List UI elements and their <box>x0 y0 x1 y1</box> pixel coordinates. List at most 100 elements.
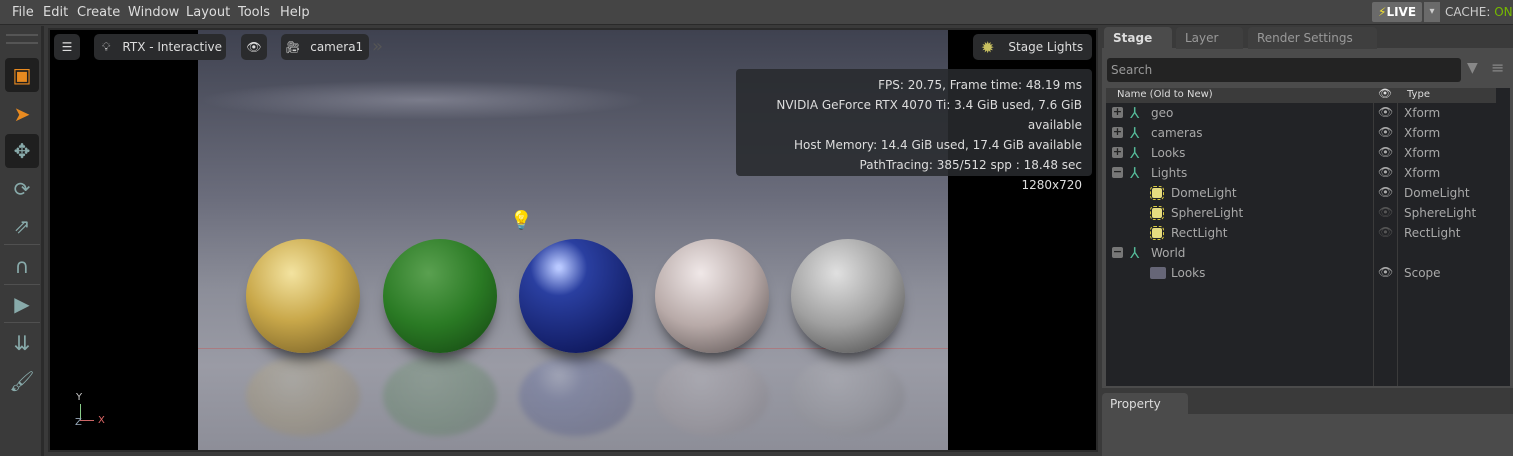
tree-row[interactable]: + ⅄ cameras 👁︎ Xform <box>1106 123 1510 143</box>
tab-layer[interactable]: Layer <box>1176 27 1243 49</box>
prim-type: RectLight <box>1404 226 1461 240</box>
renderer-button[interactable]: 💡︎ RTX - Interactive <box>94 34 226 60</box>
sphere[interactable] <box>246 239 360 353</box>
tree-row[interactable]: + ⅄ Looks 👁︎ Xform <box>1106 143 1510 163</box>
tab-property[interactable]: Property <box>1102 393 1188 415</box>
drop-physics-icon[interactable]: ⇊ <box>5 326 39 360</box>
display-options-button[interactable]: 👁︎ <box>241 34 267 60</box>
eye-icon[interactable]: 👁︎ <box>1378 105 1393 119</box>
xform-icon: ⅄ <box>1130 104 1140 122</box>
menu-tools[interactable]: Tools <box>238 5 270 20</box>
camera-button[interactable]: 🎥︎ camera1 <box>281 34 369 60</box>
snap-magnet-icon[interactable]: ∩ <box>5 249 39 283</box>
eye-hidden-icon[interactable]: 👁︎ <box>1378 205 1393 219</box>
sphere[interactable] <box>519 239 633 353</box>
sliders-icon: ☰ <box>61 40 73 54</box>
prim-name: World <box>1151 246 1186 260</box>
light-icon <box>1150 206 1164 220</box>
viewport-settings-button[interactable]: ☰ <box>54 34 80 60</box>
menu-help[interactable]: Help <box>280 5 310 20</box>
light-gizmo-icon[interactable]: 💡 <box>510 210 532 231</box>
cache-status: CACHE: ON <box>1445 5 1513 19</box>
prim-name: Looks <box>1151 146 1186 160</box>
prim-name: geo <box>1151 106 1174 120</box>
eye-icon[interactable]: 👁︎ <box>1378 145 1393 159</box>
resolution-text: 1280x720 <box>1021 178 1082 192</box>
tree-row[interactable]: SphereLight 👁︎ SphereLight <box>1106 203 1510 223</box>
xform-icon: ⅄ <box>1130 244 1140 262</box>
sphere[interactable] <box>655 239 769 353</box>
chevron-right-icon[interactable]: » <box>372 36 383 57</box>
menu-edit[interactable]: Edit <box>43 5 68 20</box>
folder-icon <box>1150 267 1166 279</box>
fps-text: FPS: 20.75, Frame time: 48.19 ms <box>878 78 1082 92</box>
xform-icon: ⅄ <box>1130 124 1140 142</box>
prim-type: Xform <box>1404 146 1441 160</box>
eye-icon[interactable]: 👁︎ <box>1378 165 1393 179</box>
collapse-icon[interactable]: − <box>1112 166 1123 178</box>
eye-icon: 👁︎ <box>246 40 262 54</box>
sphere[interactable] <box>383 239 497 353</box>
tree-row[interactable]: + ⅄ geo 👁︎ Xform <box>1106 103 1510 123</box>
menu-file[interactable]: File <box>12 5 34 20</box>
tree-row[interactable]: RectLight 👁︎ RectLight <box>1106 223 1510 243</box>
search-input[interactable] <box>1107 58 1461 82</box>
stage-lights-button[interactable]: ✹ Stage Lights <box>973 34 1092 60</box>
eye-icon[interactable]: 👁︎ <box>1378 265 1393 279</box>
menu-layout[interactable]: Layout <box>186 5 230 20</box>
sphere[interactable] <box>791 239 905 353</box>
prim-name: cameras <box>1151 126 1203 140</box>
expand-icon[interactable]: + <box>1112 106 1123 118</box>
gpu-memory-text: NVIDIA GeForce RTX 4070 Ti: 3.4 GiB used… <box>776 98 1082 132</box>
live-button[interactable]: ⚡LIVE <box>1372 2 1422 22</box>
filter-icon[interactable]: ▼ <box>1467 60 1478 76</box>
lightbulb-icon: 💡︎ <box>102 39 111 54</box>
tab-stage[interactable]: Stage <box>1104 27 1172 49</box>
expand-icon[interactable]: + <box>1112 146 1123 158</box>
play-icon[interactable]: ▶ <box>5 287 39 321</box>
prim-type: Xform <box>1404 106 1441 120</box>
menu-window[interactable]: Window <box>128 5 179 20</box>
tree-row[interactable]: − ⅄ World <box>1106 243 1510 263</box>
rotate-icon[interactable]: ⟳ <box>5 172 39 206</box>
prim-type: Scope <box>1404 266 1441 280</box>
prim-name: Lights <box>1151 166 1188 180</box>
prim-type: SphereLight <box>1404 206 1477 220</box>
pathtracing-text: PathTracing: 385/512 spp : 18.48 sec <box>859 158 1082 172</box>
prim-name: RectLight <box>1171 226 1228 240</box>
prim-type: DomeLight <box>1404 186 1470 200</box>
axis-gizmo: Y Z X <box>75 392 105 428</box>
visibility-header-icon[interactable]: 👁︎ <box>1378 87 1392 100</box>
tree-row[interactable]: − ⅄ Lights 👁︎ Xform <box>1106 163 1510 183</box>
light-icon <box>1150 186 1164 200</box>
eye-icon[interactable]: 👁︎ <box>1378 125 1393 139</box>
drag-handle[interactable] <box>6 34 38 44</box>
tab-render-settings[interactable]: Render Settings <box>1248 27 1377 49</box>
prim-type: Xform <box>1404 166 1441 180</box>
tree-row[interactable]: Looks 👁︎ Scope <box>1106 263 1510 283</box>
prim-name: DomeLight <box>1171 186 1237 200</box>
column-name-header[interactable]: Name (Old to New) <box>1117 89 1213 100</box>
eye-icon[interactable]: 👁︎ <box>1378 185 1393 199</box>
eye-hidden-icon[interactable]: 👁︎ <box>1378 225 1393 239</box>
collapse-icon[interactable]: − <box>1112 246 1123 258</box>
scale-icon[interactable]: ⇗ <box>5 209 39 243</box>
menu-icon[interactable]: ≡ <box>1491 58 1504 77</box>
xform-icon: ⅄ <box>1130 164 1140 182</box>
expand-icon[interactable]: + <box>1112 126 1123 138</box>
prim-name: SphereLight <box>1171 206 1244 220</box>
property-panel <box>1102 414 1513 456</box>
move-icon[interactable]: ✥ <box>5 134 39 168</box>
menu-create[interactable]: Create <box>77 5 120 20</box>
select-mode-icon[interactable]: ▣ <box>5 58 39 92</box>
tree-row[interactable]: DomeLight 👁︎ DomeLight <box>1106 183 1510 203</box>
host-memory-text: Host Memory: 14.4 GiB used, 17.4 GiB ava… <box>794 138 1082 152</box>
light-icon <box>1150 226 1164 240</box>
paint-brush-icon[interactable]: 🖌︎ <box>5 364 39 398</box>
pointer-icon[interactable]: ➤ <box>5 97 39 131</box>
live-dropdown-button[interactable]: ▾ <box>1424 2 1440 22</box>
tree-header: Name (Old to New) 👁︎ Type <box>1106 87 1496 103</box>
prim-type: Xform <box>1404 126 1441 140</box>
column-type-header[interactable]: Type <box>1407 89 1430 100</box>
prim-name: Looks <box>1171 266 1206 280</box>
